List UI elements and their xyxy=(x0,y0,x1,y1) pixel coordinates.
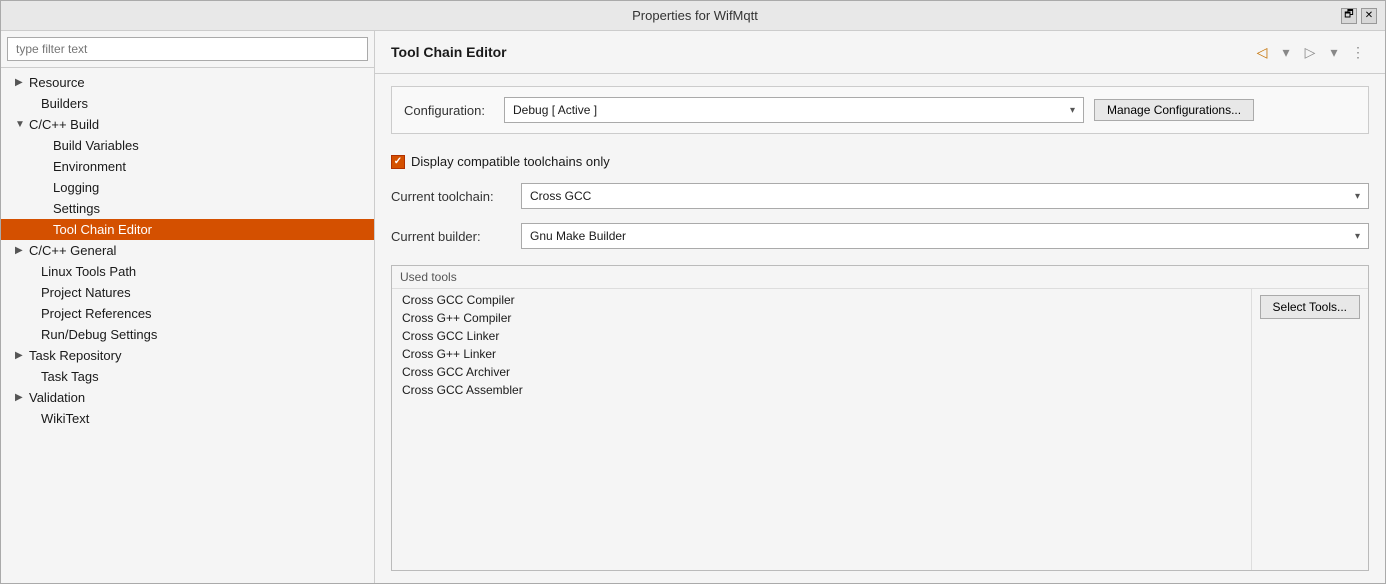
list-item: Cross G++ Linker xyxy=(392,345,1251,363)
sidebar-item-label: Builders xyxy=(41,96,88,111)
used-tools-list: Cross GCC Compiler Cross G++ Compiler Cr… xyxy=(392,289,1251,570)
titlebar: Properties for WifMqtt 🗗 ✕ xyxy=(1,1,1385,31)
toolchain-value: Cross GCC xyxy=(530,189,591,203)
used-tools-label: Used tools xyxy=(392,266,1368,288)
sidebar-item-label: Tool Chain Editor xyxy=(53,222,152,237)
configuration-value: Debug [ Active ] xyxy=(513,103,597,117)
configuration-select[interactable]: Debug [ Active ] ▾ xyxy=(504,97,1084,123)
sidebar-item-label: Resource xyxy=(29,75,85,90)
toolchain-section: ✓ Display compatible toolchains only Cur… xyxy=(391,146,1369,253)
chevron-right-icon: ▶ xyxy=(15,77,25,88)
configuration-section: Configuration: Debug [ Active ] ▾ Manage… xyxy=(391,86,1369,134)
chevron-down-icon: ▼ xyxy=(15,119,25,130)
dropdown-arrow-icon: ▾ xyxy=(1355,231,1360,242)
sidebar-item-builders[interactable]: Builders xyxy=(1,93,374,114)
current-toolchain-select[interactable]: Cross GCC ▾ xyxy=(521,183,1369,209)
dropdown-arrow-icon: ▾ xyxy=(1355,191,1360,202)
down2-button[interactable]: ▾ xyxy=(1323,41,1345,63)
panel-header: Tool Chain Editor ◁ ▾ ▷ ▾ ⋮ xyxy=(375,31,1385,74)
sidebar-item-project-natures[interactable]: Project Natures xyxy=(1,282,374,303)
builder-row: Current builder: Gnu Make Builder ▾ xyxy=(391,223,1369,249)
sidebar-item-project-references[interactable]: Project References xyxy=(1,303,374,324)
chevron-right-icon: ▶ xyxy=(15,245,25,256)
sidebar-item-settings[interactable]: Settings xyxy=(1,198,374,219)
display-compatible-checkbox[interactable]: ✓ xyxy=(391,155,405,169)
right-panel: Tool Chain Editor ◁ ▾ ▷ ▾ ⋮ Configuratio… xyxy=(375,31,1385,583)
sidebar-item-label: Environment xyxy=(53,159,126,174)
close-button[interactable]: ✕ xyxy=(1361,8,1377,24)
dropdown-arrow-icon: ▾ xyxy=(1070,105,1075,116)
sidebar-item-linux-tools-path[interactable]: Linux Tools Path xyxy=(1,261,374,282)
forward-button[interactable]: ▷ xyxy=(1299,41,1321,63)
filter-input[interactable] xyxy=(7,37,368,61)
main-content: ▶ Resource Builders ▼ C/C++ Build Build … xyxy=(1,31,1385,583)
sidebar-item-wikitext[interactable]: WikiText xyxy=(1,408,374,429)
current-builder-select[interactable]: Gnu Make Builder ▾ xyxy=(521,223,1369,249)
sidebar-item-label: Project References xyxy=(41,306,152,321)
used-tools-body: Cross GCC Compiler Cross G++ Compiler Cr… xyxy=(392,288,1368,570)
builder-value: Gnu Make Builder xyxy=(530,229,626,243)
window: Properties for WifMqtt 🗗 ✕ ▶ Resource Bu… xyxy=(0,0,1386,584)
used-tools-section: Used tools Cross GCC Compiler Cross G++ … xyxy=(391,265,1369,571)
sidebar-item-validation[interactable]: ▶ Validation xyxy=(1,387,374,408)
panel-toolbar: ◁ ▾ ▷ ▾ ⋮ xyxy=(1251,41,1369,63)
checkbox-label: Display compatible toolchains only xyxy=(411,154,610,169)
sidebar: ▶ Resource Builders ▼ C/C++ Build Build … xyxy=(1,31,375,583)
sidebar-item-label: Logging xyxy=(53,180,99,195)
menu-button[interactable]: ⋮ xyxy=(1347,41,1369,63)
sidebar-item-label: C/C++ General xyxy=(29,243,116,258)
checkbox-row: ✓ Display compatible toolchains only xyxy=(391,154,1369,169)
sidebar-item-logging[interactable]: Logging xyxy=(1,177,374,198)
check-icon: ✓ xyxy=(394,156,402,167)
down-button[interactable]: ▾ xyxy=(1275,41,1297,63)
sidebar-item-label: Project Natures xyxy=(41,285,131,300)
panel-body: Configuration: Debug [ Active ] ▾ Manage… xyxy=(375,74,1385,583)
sidebar-item-label: Settings xyxy=(53,201,100,216)
select-tools-button[interactable]: Select Tools... xyxy=(1260,295,1360,319)
chevron-right-icon: ▶ xyxy=(15,392,25,403)
sidebar-item-label: Build Variables xyxy=(53,138,139,153)
sidebar-item-label: WikiText xyxy=(41,411,89,426)
tree: ▶ Resource Builders ▼ C/C++ Build Build … xyxy=(1,68,374,583)
list-item: Cross GCC Compiler xyxy=(392,291,1251,309)
sidebar-item-build-variables[interactable]: Build Variables xyxy=(1,135,374,156)
manage-configurations-button[interactable]: Manage Configurations... xyxy=(1094,99,1254,121)
list-item: Cross G++ Compiler xyxy=(392,309,1251,327)
sidebar-item-label: C/C++ Build xyxy=(29,117,99,132)
current-builder-label: Current builder: xyxy=(391,229,511,244)
panel-title: Tool Chain Editor xyxy=(391,44,507,60)
current-toolchain-label: Current toolchain: xyxy=(391,189,511,204)
toolchain-row: Current toolchain: Cross GCC ▾ xyxy=(391,183,1369,209)
sidebar-item-label: Validation xyxy=(29,390,85,405)
sidebar-item-label: Task Repository xyxy=(29,348,121,363)
sidebar-item-label: Linux Tools Path xyxy=(41,264,136,279)
sidebar-item-label: Task Tags xyxy=(41,369,99,384)
back-button[interactable]: ◁ xyxy=(1251,41,1273,63)
sidebar-item-cpp-build[interactable]: ▼ C/C++ Build xyxy=(1,114,374,135)
list-item: Cross GCC Linker xyxy=(392,327,1251,345)
sidebar-item-tool-chain-editor[interactable]: Tool Chain Editor xyxy=(1,219,374,240)
sidebar-item-task-repository[interactable]: ▶ Task Repository xyxy=(1,345,374,366)
sidebar-item-label: Run/Debug Settings xyxy=(41,327,157,342)
configuration-label: Configuration: xyxy=(404,103,494,118)
sidebar-item-environment[interactable]: Environment xyxy=(1,156,374,177)
window-controls: 🗗 ✕ xyxy=(1341,8,1377,24)
list-item: Cross GCC Archiver xyxy=(392,363,1251,381)
sidebar-item-resource[interactable]: ▶ Resource xyxy=(1,72,374,93)
used-tools-actions: Select Tools... xyxy=(1251,289,1368,570)
chevron-right-icon: ▶ xyxy=(15,350,25,361)
sidebar-item-cpp-general[interactable]: ▶ C/C++ General xyxy=(1,240,374,261)
list-item: Cross GCC Assembler xyxy=(392,381,1251,399)
restore-button[interactable]: 🗗 xyxy=(1341,8,1357,24)
window-title: Properties for WifMqtt xyxy=(49,8,1341,23)
sidebar-item-task-tags[interactable]: Task Tags xyxy=(1,366,374,387)
filter-input-wrap xyxy=(1,31,374,68)
sidebar-item-run-debug-settings[interactable]: Run/Debug Settings xyxy=(1,324,374,345)
